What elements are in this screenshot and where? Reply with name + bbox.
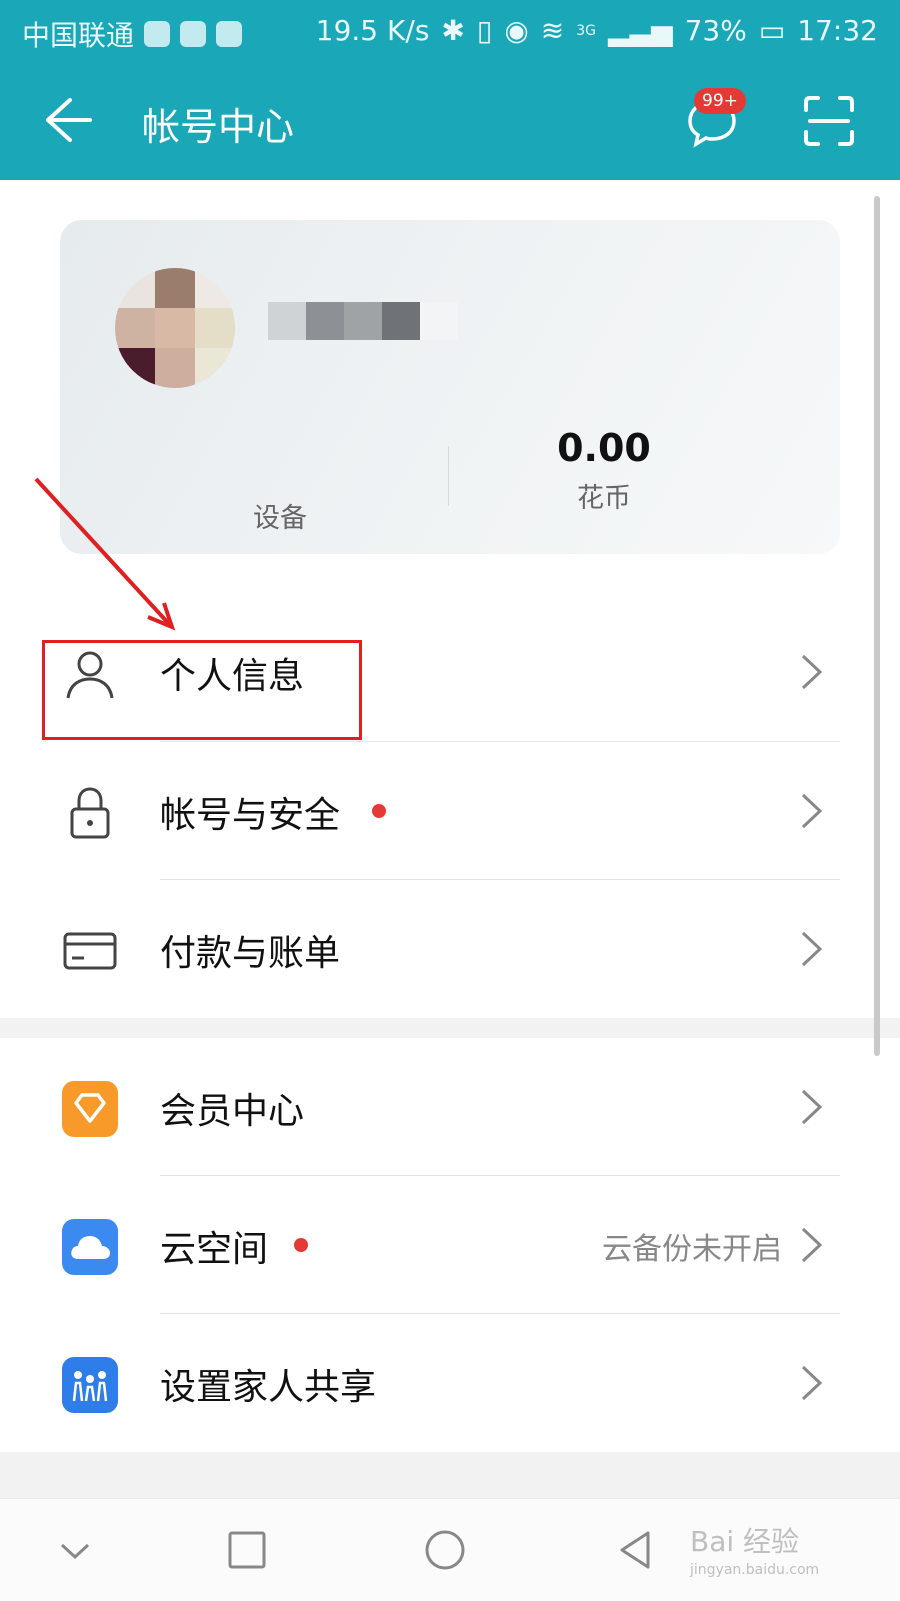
menu-item-member-center[interactable]: 会员中心 [0,1038,900,1176]
chevron-right-icon [801,654,823,690]
devices-stat[interactable]: 设备 [180,446,380,535]
coins-label: 花币 [577,483,631,514]
watermark: Bai 经验 jingyan.baidu.com [690,1520,819,1578]
battery-icon: ▭ [758,14,786,47]
menu-label: 云空间 [160,1229,269,1270]
signal-icon: ▂▃▅ [607,14,673,47]
message-notification-icon [216,21,243,47]
wifi-icon: ≋ [540,14,565,47]
menu-item-family-sharing[interactable]: 设置家人共享 [0,1314,900,1452]
recents-icon[interactable] [222,1525,272,1575]
lock-icon [70,787,110,839]
section-gap [0,1452,900,1498]
clock: 17:32 [797,14,878,47]
menu-label: 帐号与安全 [160,795,341,836]
highlight-box [42,640,362,740]
page-title: 帐号中心 [142,105,295,149]
scan-icon[interactable] [802,94,856,148]
battery-percent: 73% [684,14,747,47]
carrier-name: 中国联通 [22,19,135,52]
back-arrow-icon[interactable] [40,92,96,148]
menu-label: 设置家人共享 [160,1367,377,1408]
network-type: 3G [576,22,596,39]
chevron-right-icon [801,1365,823,1401]
family-icon [62,1357,118,1413]
app-notification-icon [180,21,207,47]
section-gap [0,1018,900,1038]
menu-item-cloud-space[interactable]: 云空间 云备份未开启 [0,1176,900,1314]
stat-divider [448,446,449,506]
message-count-badge: 99+ [694,88,746,114]
menu-label: 会员中心 [160,1091,305,1132]
menu-label: 付款与账单 [160,933,341,974]
watermark-text: Bai 经验 [690,1525,800,1558]
avatar[interactable] [115,268,235,388]
chevron-right-icon [801,1227,823,1263]
back-nav-icon[interactable] [612,1525,662,1575]
status-bar: 中国联通 19.5 K/s ✱ ▯ ◉ ≋ 3G ▂▃▅ 73% ▭ 17:32 [0,0,900,62]
devices-label: 设备 [253,503,307,534]
red-dot-indicator [294,1238,308,1252]
scrollbar[interactable] [874,196,880,1056]
nickname-blurred [268,302,458,340]
cloud-icon [62,1219,118,1275]
notification-icon [144,21,171,47]
menu-item-account-security[interactable]: 帐号与安全 [0,742,900,880]
watermark-url: jingyan.baidu.com [690,1562,820,1578]
chevron-right-icon [801,793,823,829]
diamond-icon [62,1081,118,1137]
annotation-arrow [34,477,176,631]
home-icon[interactable] [420,1525,470,1575]
chevron-right-icon [801,931,823,967]
cloud-backup-status: 云备份未开启 [602,1232,782,1267]
app-bar: 帐号中心 99+ [0,62,900,180]
chevron-right-icon [801,1089,823,1125]
coins-stat[interactable]: 0.00 花币 [504,426,704,515]
vibrate-icon: ▯ [476,14,493,47]
devices-count [180,446,380,490]
eye-comfort-icon: ◉ [504,14,529,47]
red-dot-indicator [372,804,386,818]
card-icon [63,932,117,970]
menu-item-payment-billing[interactable]: 付款与账单 [0,880,900,1018]
coins-value: 0.00 [557,426,651,470]
network-speed: 19.5 K/s [315,14,430,47]
bluetooth-icon: ✱ [441,14,465,47]
hide-nav-icon[interactable] [50,1525,100,1575]
